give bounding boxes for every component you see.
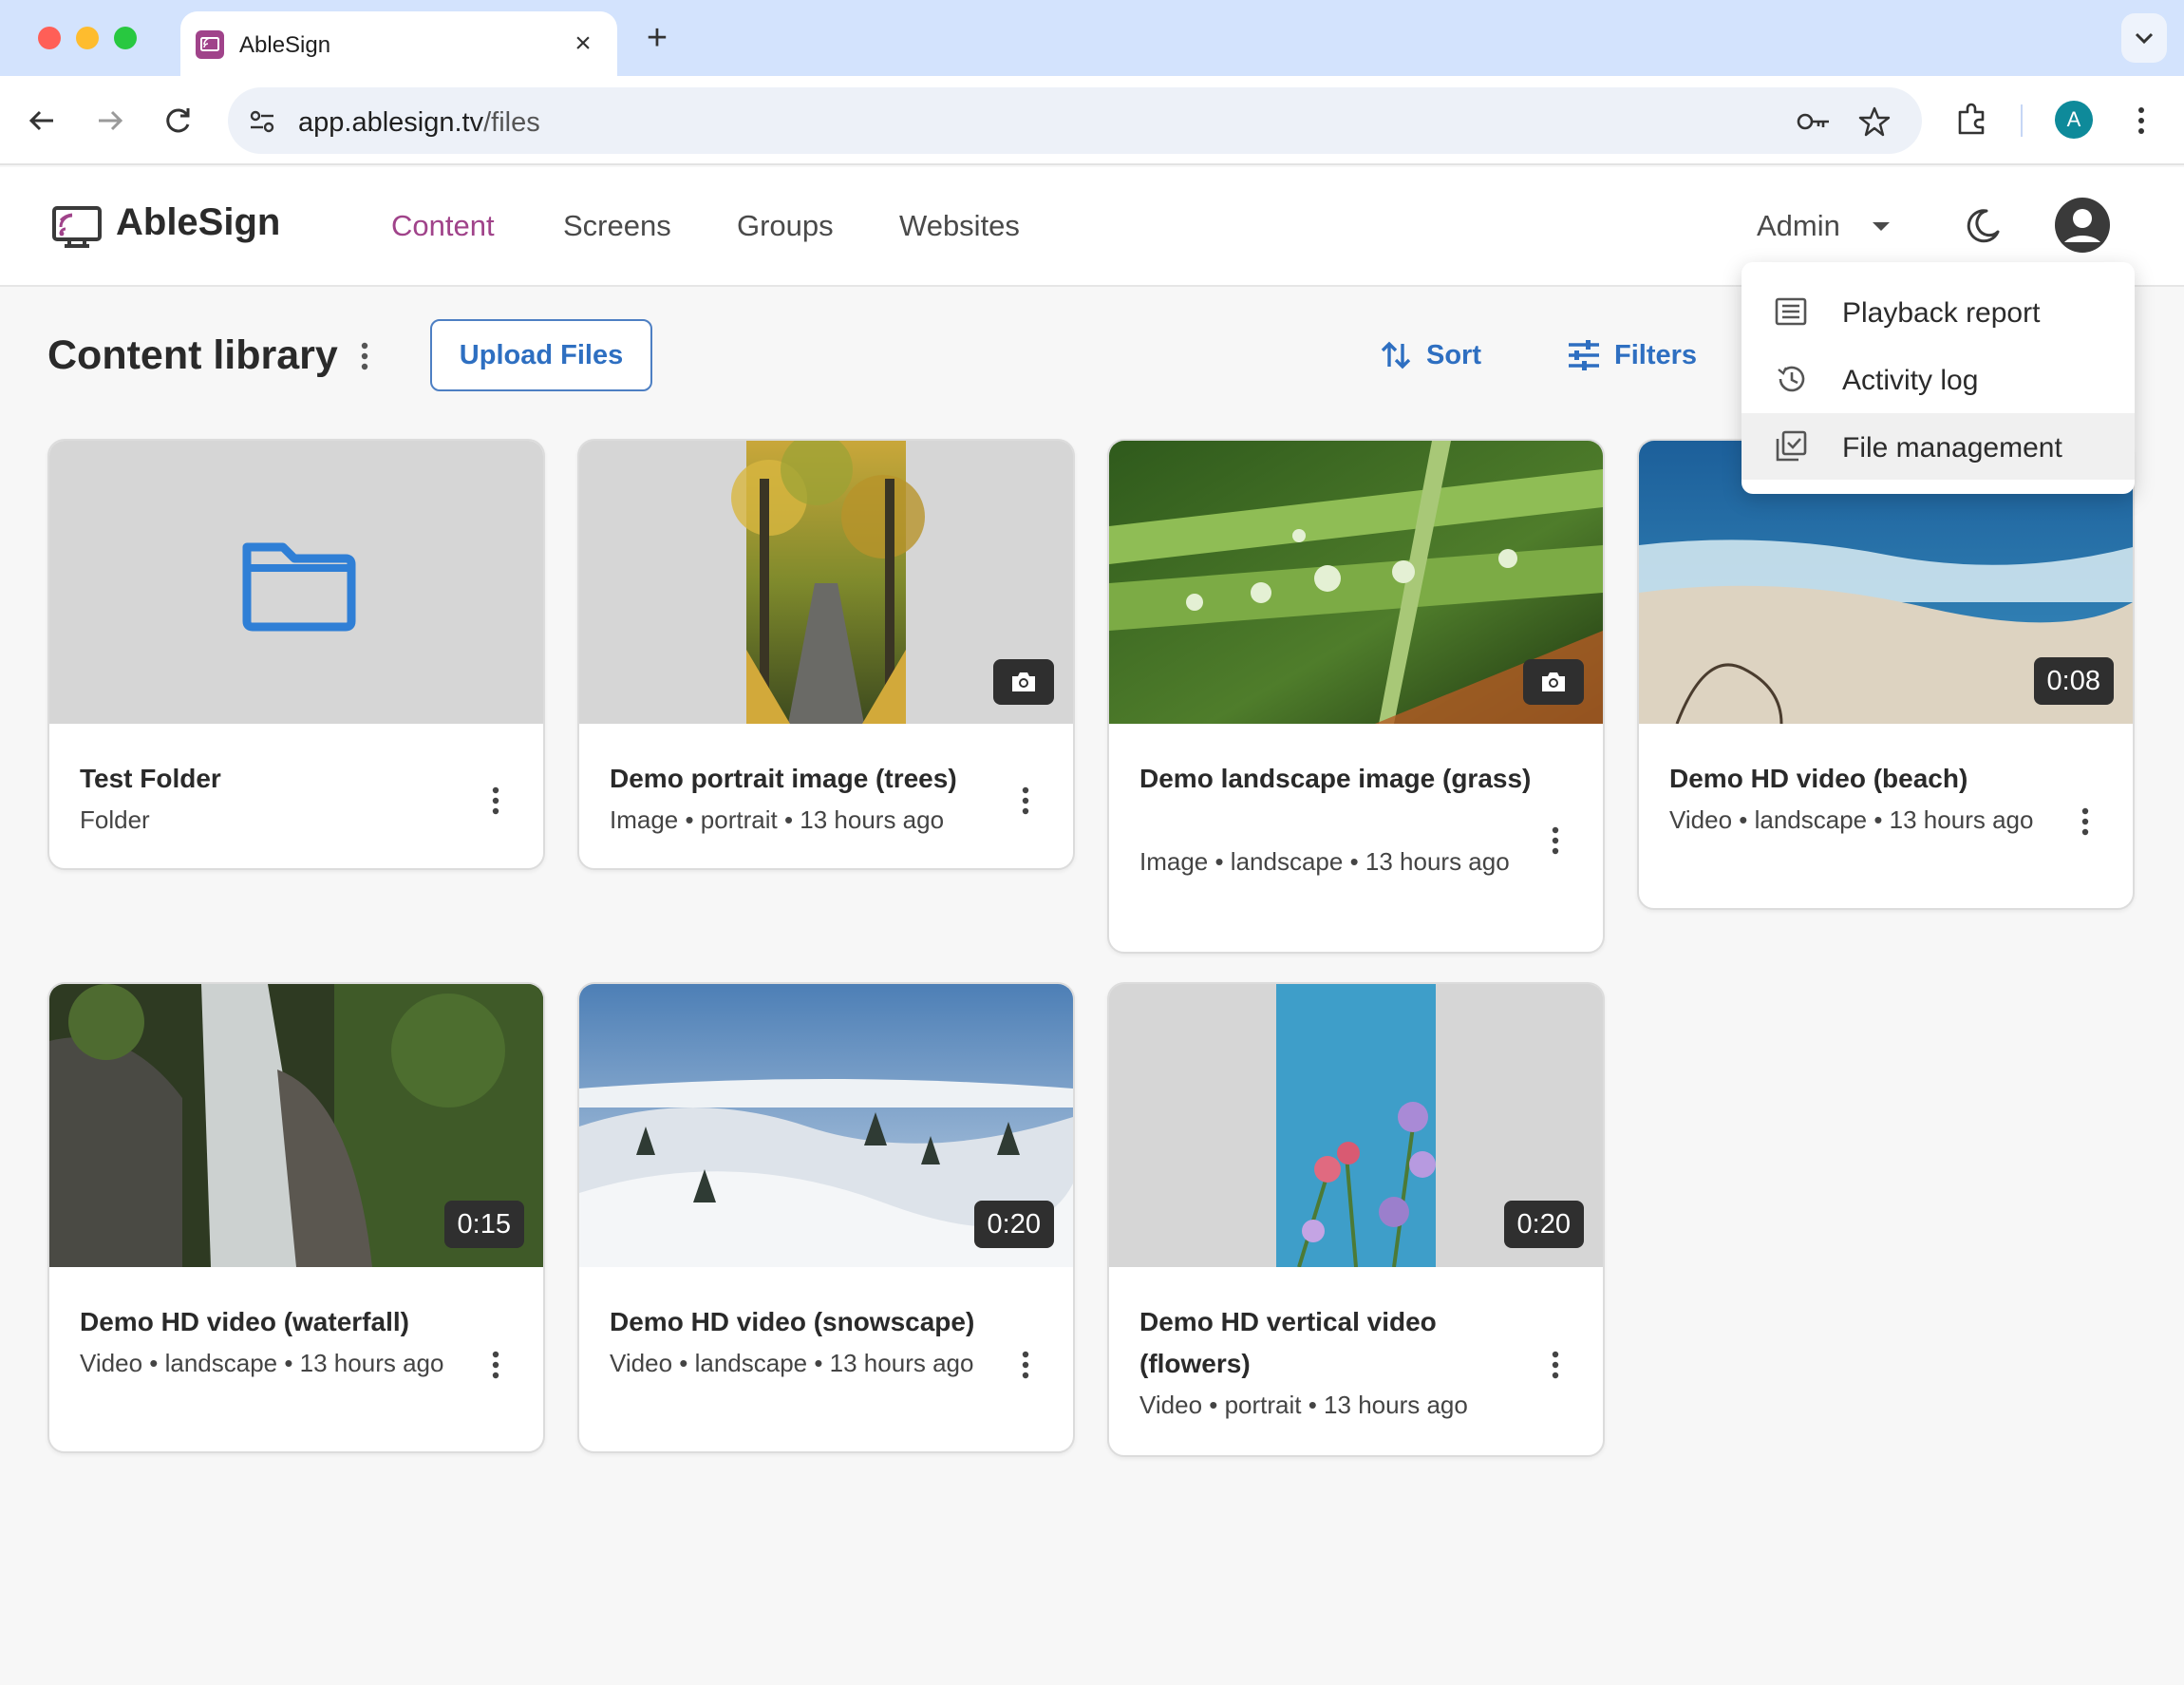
camera-icon xyxy=(1012,672,1035,691)
video-thumbnail-waterfall[interactable]: 0:15 xyxy=(49,984,543,1267)
content-card[interactable]: 0:20 Demo HD vertical video (flowers) Vi… xyxy=(1107,982,1605,1457)
library-check-icon xyxy=(1776,430,1807,462)
filters-tune-icon xyxy=(1569,340,1599,370)
duration-badge: 0:08 xyxy=(2033,657,2114,705)
nav-content[interactable]: Content xyxy=(391,209,495,243)
tab-search-button[interactable] xyxy=(2121,13,2167,63)
duration-badge: 0:20 xyxy=(973,1201,1054,1248)
image-type-badge xyxy=(1523,659,1584,705)
card-title: Demo portrait image (trees) xyxy=(610,764,957,793)
card-meta: Image • landscape • 13 hours ago xyxy=(1139,847,1510,876)
card-meta: Video • landscape • 13 hours ago xyxy=(610,1349,974,1377)
image-thumbnail-trees[interactable] xyxy=(579,441,1073,724)
content-card[interactable]: Demo portrait image (trees) Image • port… xyxy=(577,439,1075,870)
url-text: app.ablesign.tv/files xyxy=(298,107,540,139)
back-icon[interactable] xyxy=(21,99,65,142)
card-options-icon[interactable] xyxy=(1016,1349,1035,1381)
upload-files-button[interactable]: Upload Files xyxy=(430,319,652,391)
window-zoom-button[interactable] xyxy=(114,27,137,49)
url-host: app.ablesign.tv xyxy=(298,107,484,138)
window-close-button[interactable] xyxy=(38,27,61,49)
nav-websites[interactable]: Websites xyxy=(899,209,1020,243)
menu-item-label: File management xyxy=(1842,432,2062,464)
toolbar-divider xyxy=(2021,104,2023,137)
card-meta: Video • landscape • 13 hours ago xyxy=(1669,805,2034,834)
sort-label: Sort xyxy=(1426,340,1481,370)
ablesign-logo-icon[interactable] xyxy=(51,205,103,249)
filters-label: Filters xyxy=(1614,340,1698,370)
favicon-icon xyxy=(196,30,224,59)
content-card[interactable]: 0:08 Demo HD video (beach) Video • lands… xyxy=(1637,439,2135,910)
card-options-icon[interactable] xyxy=(486,785,505,817)
nav-groups[interactable]: Groups xyxy=(737,209,834,243)
report-list-icon xyxy=(1775,297,1807,326)
duration-badge: 0:20 xyxy=(1503,1201,1584,1248)
video-thumbnail-snowscape[interactable]: 0:20 xyxy=(579,984,1073,1267)
user-account-icon[interactable] xyxy=(2053,196,2112,255)
card-options-icon[interactable] xyxy=(2076,805,2095,838)
window-minimize-button[interactable] xyxy=(76,27,99,49)
page-title: Content library xyxy=(47,332,338,378)
browser-tab[interactable]: AbleSign × xyxy=(180,11,617,76)
new-tab-button[interactable]: + xyxy=(638,19,676,57)
content-card[interactable]: Test Folder Folder xyxy=(47,439,545,870)
menu-item-file-management[interactable]: File management xyxy=(1742,413,2135,480)
browser-tab-bar: AbleSign × + xyxy=(0,0,2184,76)
card-meta: Folder xyxy=(80,805,150,834)
card-meta: Video • portrait • 13 hours ago xyxy=(1139,1391,1468,1419)
folder-icon xyxy=(242,542,356,632)
card-title: Demo HD vertical video (flowers) xyxy=(1139,1307,1437,1378)
card-options-icon[interactable] xyxy=(1016,785,1035,817)
caret-down-icon[interactable] xyxy=(1873,222,1890,231)
filters-button[interactable]: Filters xyxy=(1565,334,1707,376)
menu-item-label: Playback report xyxy=(1842,297,2041,329)
card-title: Demo HD video (snowscape) xyxy=(610,1307,975,1336)
forward-icon[interactable] xyxy=(87,99,131,142)
card-title: Demo HD video (waterfall) xyxy=(80,1307,409,1336)
admin-dropdown-menu: Playback report Activity log File manage… xyxy=(1742,262,2135,494)
card-title: Test Folder xyxy=(80,764,221,793)
folder-thumbnail[interactable] xyxy=(49,441,543,724)
menu-item-activity-log[interactable]: Activity log xyxy=(1742,346,2135,412)
reload-icon[interactable] xyxy=(156,99,199,142)
url-path: /files xyxy=(483,107,540,138)
content-card[interactable]: 0:20 Demo HD video (snowscape) Video • l… xyxy=(577,982,1075,1453)
logo-text[interactable]: AbleSign xyxy=(116,201,280,244)
card-meta: Image • portrait • 13 hours ago xyxy=(610,805,945,834)
dark-mode-moon-icon[interactable] xyxy=(1962,205,2004,247)
content-card[interactable]: 0:15 Demo HD video (waterfall) Video • l… xyxy=(47,982,545,1453)
image-type-badge xyxy=(993,659,1054,705)
camera-icon xyxy=(1542,672,1565,691)
tab-title: AbleSign xyxy=(239,32,331,58)
tab-close-icon[interactable]: × xyxy=(566,27,600,61)
sort-button[interactable]: Sort xyxy=(1377,334,1491,376)
content-card[interactable]: Demo landscape image (grass) Image • lan… xyxy=(1107,439,1605,954)
card-meta: Video • landscape • 13 hours ago xyxy=(80,1349,444,1377)
extensions-icon[interactable] xyxy=(1950,99,1994,142)
bookmark-star-icon[interactable] xyxy=(1857,104,1892,139)
duration-badge: 0:15 xyxy=(443,1201,524,1248)
card-title: Demo landscape image (grass) xyxy=(1139,764,1532,793)
card-options-icon[interactable] xyxy=(1546,1349,1565,1381)
video-thumbnail-flowers[interactable]: 0:20 xyxy=(1109,984,1603,1267)
browser-toolbar: app.ablesign.tv/files A xyxy=(0,76,2184,165)
site-settings-icon[interactable] xyxy=(245,104,279,139)
nav-screens[interactable]: Screens xyxy=(563,209,671,243)
menu-item-playback-report[interactable]: Playback report xyxy=(1742,278,2135,345)
card-options-icon[interactable] xyxy=(486,1349,505,1381)
image-thumbnail-grass[interactable] xyxy=(1109,441,1603,724)
card-title: Demo HD video (beach) xyxy=(1669,764,1968,793)
sort-icon xyxy=(1381,341,1411,369)
library-options-icon[interactable] xyxy=(353,340,376,372)
admin-menu-button[interactable]: Admin xyxy=(1757,209,1840,243)
history-icon xyxy=(1778,366,1805,392)
password-key-icon[interactable] xyxy=(1795,104,1829,139)
browser-menu-icon[interactable] xyxy=(2119,99,2163,142)
address-bar[interactable]: app.ablesign.tv/files xyxy=(228,87,1922,154)
card-options-icon[interactable] xyxy=(1546,824,1565,857)
browser-profile-avatar[interactable]: A xyxy=(2055,101,2093,139)
menu-item-label: Activity log xyxy=(1842,365,1979,396)
